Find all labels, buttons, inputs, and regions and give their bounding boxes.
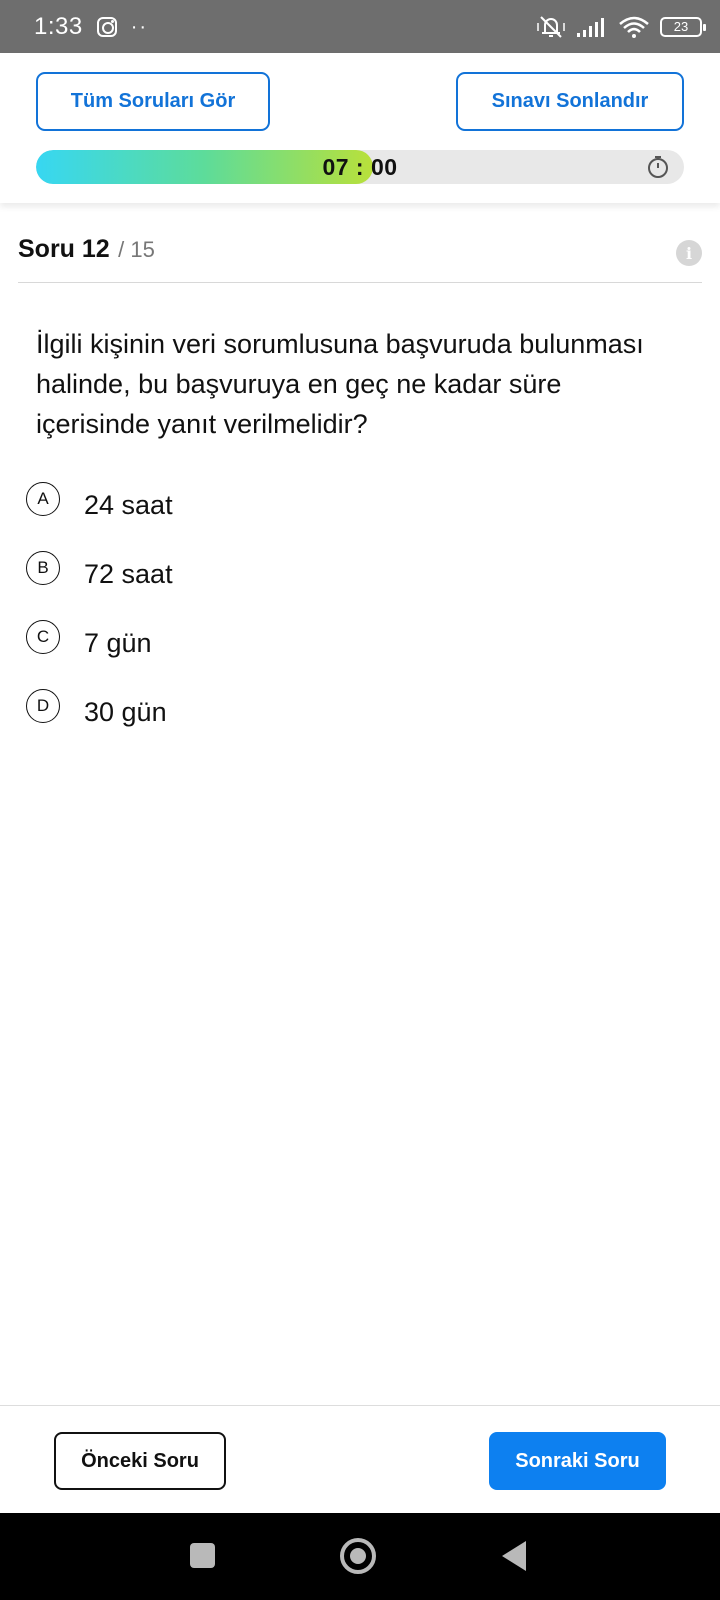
- question-header: Soru 12 / 15 i: [18, 235, 702, 283]
- option-letter: B: [26, 551, 60, 585]
- option-c[interactable]: C 7 gün: [26, 618, 686, 687]
- option-letter: C: [26, 620, 60, 654]
- option-letter: A: [26, 482, 60, 516]
- option-b[interactable]: B 72 saat: [26, 549, 686, 618]
- answer-options: A 24 saat B 72 saat C 7 gün D 30 gün: [26, 480, 686, 756]
- timer-progress-bar: 07 : 00: [36, 150, 684, 184]
- question-number: Soru 12: [18, 235, 110, 263]
- option-text: 24 saat: [84, 490, 173, 520]
- info-icon[interactable]: i: [676, 240, 702, 266]
- exam-footer: Önceki Soru Sonraki Soru: [0, 1405, 720, 1513]
- wifi-icon: [619, 16, 649, 38]
- status-bar: 1:33 ·· 23: [0, 0, 720, 53]
- question-text: İlgili kişinin veri sorumlusuna başvurud…: [36, 329, 644, 439]
- question-total: / 15: [118, 237, 155, 262]
- more-dots-icon: ··: [130, 15, 149, 38]
- option-text: 30 gün: [84, 697, 167, 727]
- recent-apps-icon[interactable]: [190, 1543, 215, 1568]
- battery-icon: 23: [660, 16, 706, 37]
- option-letter: D: [26, 689, 60, 723]
- timer-text: 07 : 00: [322, 153, 398, 180]
- finish-exam-button[interactable]: Sınavı Sonlandır: [456, 72, 684, 131]
- exam-header: Tüm Soruları Gör Sınavı Sonlandır 07 : 0…: [0, 53, 720, 203]
- back-icon[interactable]: [502, 1541, 526, 1571]
- option-text: 7 gün: [84, 628, 152, 658]
- battery-level: 23: [673, 19, 689, 34]
- stopwatch-icon: [648, 156, 668, 178]
- all-questions-button[interactable]: Tüm Soruları Gör: [36, 72, 270, 131]
- option-text: 72 saat: [84, 559, 173, 589]
- navigation-bar: [0, 1513, 720, 1600]
- next-question-button[interactable]: Sonraki Soru: [489, 1432, 666, 1490]
- instagram-icon: [96, 16, 117, 37]
- previous-question-button[interactable]: Önceki Soru: [54, 1432, 226, 1490]
- option-d[interactable]: D 30 gün: [26, 687, 686, 756]
- option-a[interactable]: A 24 saat: [26, 480, 686, 549]
- mute-vibrate-icon: [537, 15, 565, 38]
- status-time: 1:33: [34, 12, 83, 40]
- signal-icon: [577, 17, 604, 37]
- home-icon[interactable]: [340, 1538, 376, 1574]
